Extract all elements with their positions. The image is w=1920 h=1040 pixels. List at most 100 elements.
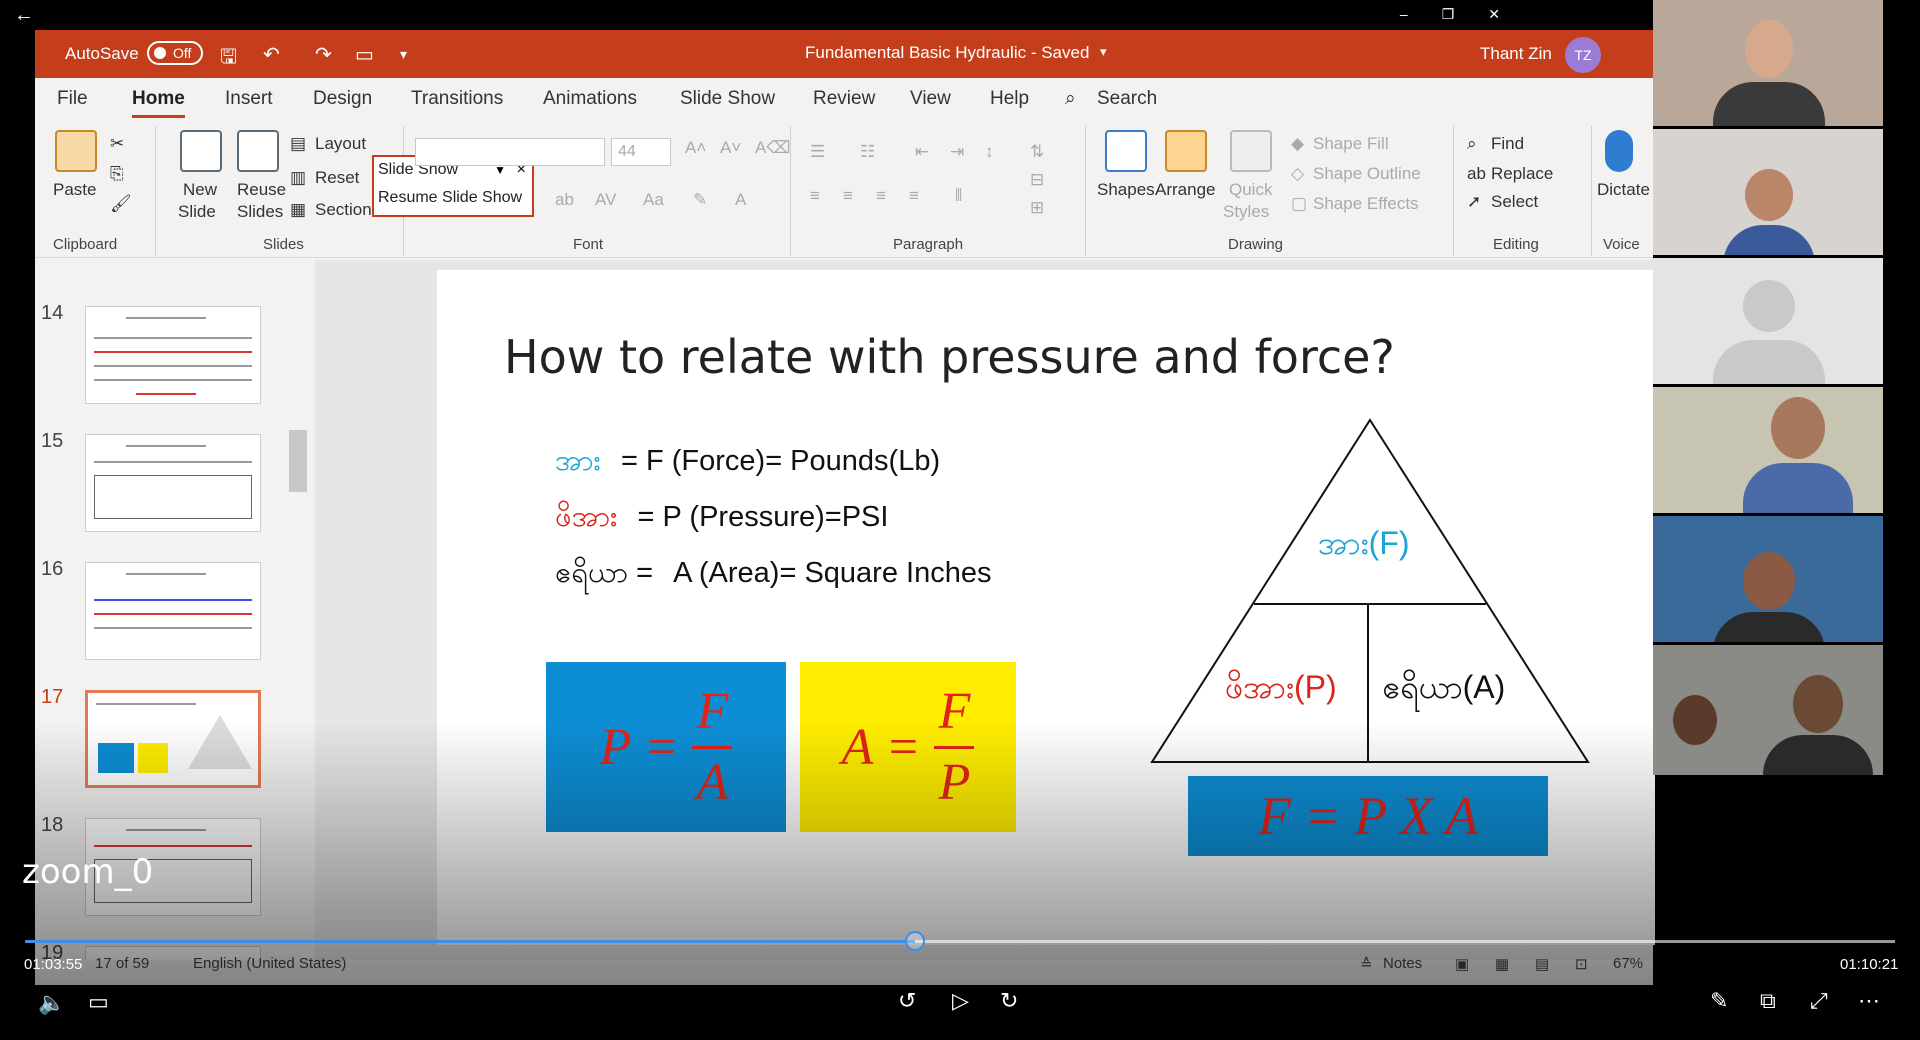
reuse-slides-icon[interactable]: [237, 130, 279, 172]
increase-indent-icon[interactable]: ⇥: [950, 142, 964, 162]
change-case-icon[interactable]: Aa: [643, 190, 664, 210]
char-spacing-icon[interactable]: AV: [595, 190, 616, 210]
reset-icon[interactable]: ▥: [290, 168, 306, 188]
decrease-indent-icon[interactable]: ⇤: [915, 142, 929, 162]
slide-thumbnail[interactable]: [85, 306, 261, 404]
avatar[interactable]: TZ: [1565, 37, 1601, 73]
reuse-slides-label-1[interactable]: Reuse: [237, 180, 286, 200]
slide-count[interactable]: 17 of 59: [95, 955, 149, 972]
formula-area[interactable]: A = F P: [800, 662, 1016, 832]
shapes-icon[interactable]: [1105, 130, 1147, 172]
resume-slide-show-button[interactable]: Resume Slide Show: [378, 189, 522, 207]
tab-insert[interactable]: Insert: [225, 88, 273, 110]
decrease-font-icon[interactable]: A˅: [720, 138, 741, 158]
find-icon[interactable]: ⌕: [1467, 134, 1477, 154]
layout-button[interactable]: Layout: [315, 134, 366, 154]
title-dropdown-icon[interactable]: ▾: [1100, 44, 1107, 60]
participant-video[interactable]: [1653, 129, 1883, 255]
back-arrow-icon[interactable]: ←: [14, 4, 34, 27]
microphone-icon[interactable]: [1605, 130, 1633, 172]
definition-area[interactable]: ဧရိယာ = A (Area)= Square Inches: [555, 554, 991, 597]
replace-button[interactable]: Replace: [1491, 164, 1553, 184]
participant-video[interactable]: [1653, 0, 1883, 126]
quick-styles-label-1[interactable]: Quick: [1229, 180, 1272, 200]
font-name-input[interactable]: [415, 138, 605, 166]
cut-icon[interactable]: ✂: [110, 134, 124, 154]
bullets-icon[interactable]: ☰: [810, 142, 825, 162]
shape-outline-button[interactable]: Shape Outline: [1313, 164, 1421, 184]
formula-triangle[interactable]: [1150, 418, 1590, 768]
forward-30-icon[interactable]: ↻: [1000, 988, 1018, 1014]
restore-icon[interactable]: ❐: [1442, 6, 1455, 23]
slide-title[interactable]: How to relate with pressure and force?: [504, 330, 1395, 384]
redo-icon[interactable]: ↷: [315, 42, 332, 67]
paste-button[interactable]: Paste: [53, 180, 96, 200]
slide-thumbnail[interactable]: [85, 562, 261, 660]
present-icon[interactable]: ▭: [355, 42, 374, 67]
new-slide-icon[interactable]: [180, 130, 222, 172]
select-button[interactable]: Select: [1491, 192, 1538, 212]
tab-view[interactable]: View: [910, 88, 951, 110]
shape-fill-button[interactable]: Shape Fill: [1313, 134, 1389, 154]
smartart-icon[interactable]: ⊞: [1030, 198, 1044, 218]
layout-icon[interactable]: ▤: [290, 134, 306, 154]
notes-icon[interactable]: ≙: [1360, 955, 1373, 973]
tab-slide-show[interactable]: Slide Show: [680, 88, 775, 110]
reuse-slides-label-2[interactable]: Slides: [237, 202, 283, 222]
reading-view-icon[interactable]: ▤: [1535, 955, 1549, 973]
increase-font-icon[interactable]: A˄: [685, 138, 706, 158]
autosave-toggle[interactable]: Off: [147, 41, 203, 65]
font-size-input[interactable]: 44: [611, 138, 671, 166]
search-icon[interactable]: ⌕: [1065, 88, 1076, 110]
captions-icon[interactable]: ▭: [88, 989, 109, 1015]
definition-pressure[interactable]: ဖိအား = P (Pressure)=PSI: [555, 498, 888, 541]
definition-force[interactable]: အား = F (Force)= Pounds(Lb): [555, 442, 940, 485]
arrange-icon[interactable]: [1165, 130, 1207, 172]
participant-placeholder[interactable]: [1653, 258, 1883, 384]
shape-outline-icon[interactable]: ◇: [1291, 164, 1304, 184]
font-color-icon[interactable]: A: [735, 190, 746, 210]
slide-thumbnail[interactable]: [85, 434, 261, 532]
formula-force[interactable]: F = P X A: [1188, 776, 1548, 856]
formula-pressure[interactable]: P = F A: [546, 662, 786, 832]
user-name[interactable]: Thant Zin: [1480, 44, 1552, 64]
tab-home[interactable]: Home: [132, 88, 185, 118]
slide-sorter-icon[interactable]: ▦: [1495, 955, 1509, 973]
language-status[interactable]: English (United States): [193, 955, 346, 972]
tab-review[interactable]: Review: [813, 88, 875, 110]
minimize-icon[interactable]: –: [1400, 6, 1408, 23]
section-icon[interactable]: ▦: [290, 200, 306, 220]
volume-icon[interactable]: 🔈: [38, 990, 65, 1016]
search-label[interactable]: Search: [1097, 88, 1157, 110]
columns-icon[interactable]: ⫴: [955, 186, 962, 206]
tab-design[interactable]: Design: [313, 88, 372, 110]
justify-icon[interactable]: ≡: [909, 186, 919, 206]
picture-in-picture-icon[interactable]: ⧉: [1760, 988, 1776, 1014]
format-painter-icon[interactable]: 🖌: [110, 194, 132, 214]
replace-icon[interactable]: ab: [1467, 164, 1486, 184]
line-spacing-icon[interactable]: ↕: [985, 142, 994, 162]
participant-video[interactable]: [1653, 387, 1883, 513]
customize-icon[interactable]: ▾: [400, 46, 407, 63]
align-left-icon[interactable]: ≡: [810, 186, 820, 206]
seek-bar-handle[interactable]: [905, 931, 926, 951]
dictate-button[interactable]: Dictate: [1597, 180, 1650, 200]
thumbnail-scrollbar[interactable]: [285, 260, 309, 960]
tab-animations[interactable]: Animations: [543, 88, 637, 110]
tab-transitions[interactable]: Transitions: [411, 88, 503, 110]
notes-button[interactable]: Notes: [1383, 955, 1422, 972]
undo-icon[interactable]: ↶: [263, 42, 280, 67]
copy-icon[interactable]: ⎘: [110, 164, 124, 184]
quick-styles-label-2[interactable]: Styles: [1223, 202, 1269, 222]
highlight-icon[interactable]: ✎: [693, 190, 707, 210]
presenter-view-icon[interactable]: ⊡: [1575, 955, 1588, 973]
play-icon[interactable]: ▷: [952, 988, 969, 1014]
arrange-button[interactable]: Arrange: [1155, 180, 1215, 200]
thumbnail-scroll-thumb[interactable]: [289, 430, 307, 492]
paste-icon[interactable]: [55, 130, 97, 172]
shape-effects-button[interactable]: Shape Effects: [1313, 194, 1419, 214]
zoom-level[interactable]: 67%: [1613, 955, 1643, 972]
slide-thumbnail-selected[interactable]: [85, 690, 261, 788]
more-options-icon[interactable]: ⋯: [1858, 988, 1880, 1014]
clear-formatting-icon[interactable]: A⌫: [755, 138, 790, 158]
